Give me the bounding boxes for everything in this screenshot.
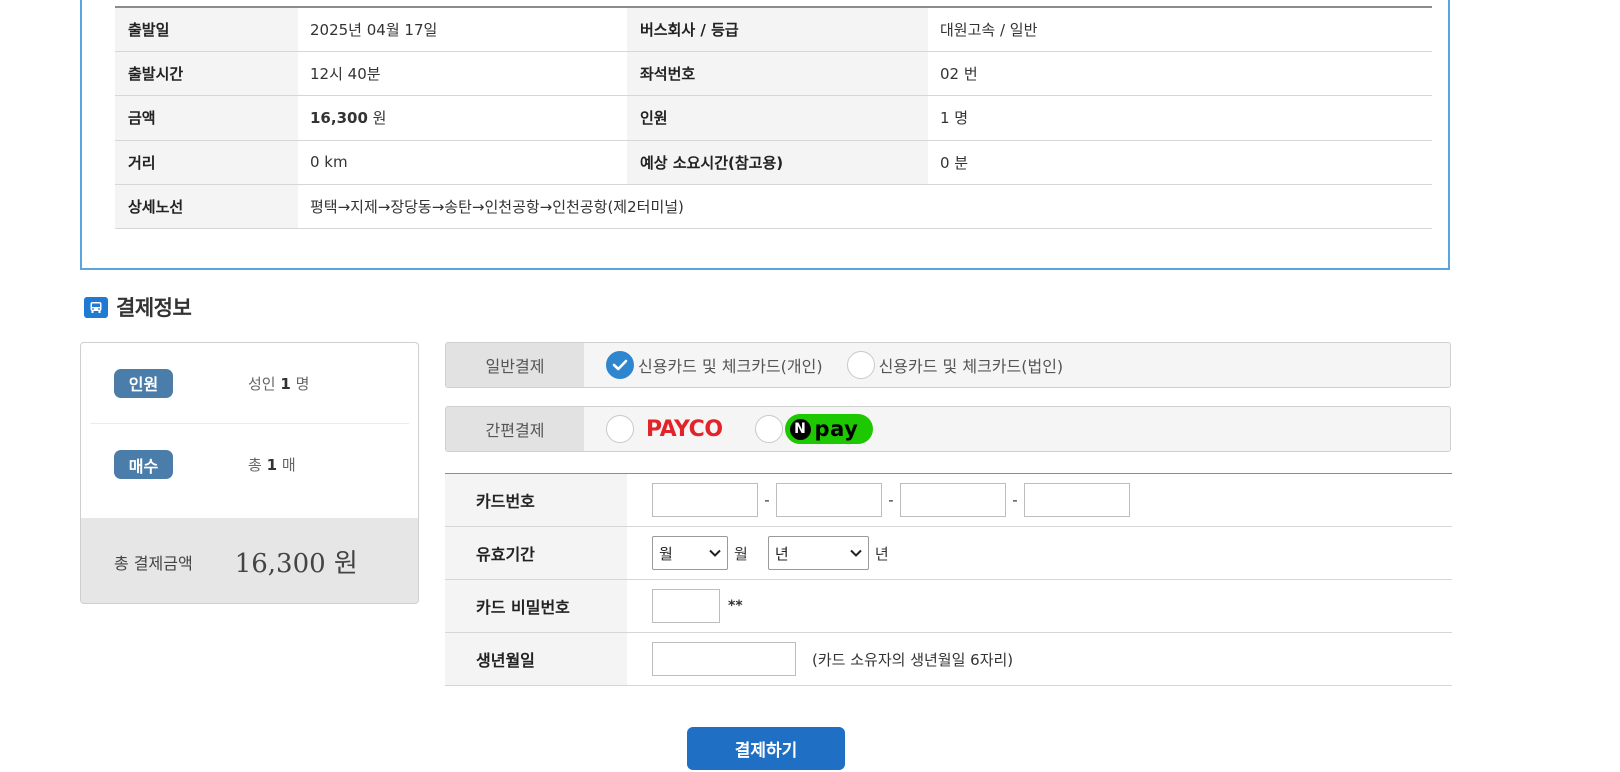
table-row: 출발시간 12시 40분 좌석번호 02 번	[115, 51, 1432, 97]
people-prefix: 성인	[248, 374, 276, 393]
summary-people-row: 인원 성인 1 명	[90, 343, 409, 424]
price-amount: 16,300	[310, 109, 368, 128]
duration-value: 0 분	[928, 140, 1432, 186]
password-row: 카드 비밀번호 **	[445, 579, 1452, 633]
route-label: 상세노선	[115, 184, 298, 230]
people-badge: 인원	[114, 368, 173, 398]
corporate-card-option[interactable]: 신용카드 및 체크카드(법인)	[846, 351, 1064, 379]
table-row: 거리 0 km 예상 소요시간(참고용) 0 분	[115, 140, 1432, 186]
card-number-row: 카드번호 - - -	[445, 473, 1452, 527]
payco-logo: PAYCO	[646, 416, 723, 442]
summary-total: 총 결제금액 16,300 원	[81, 518, 418, 603]
radio-icon[interactable]	[606, 415, 634, 443]
birth-row: 생년월일 (카드 소유자의 생년월일 6자리)	[445, 632, 1452, 686]
radio-icon[interactable]	[846, 351, 875, 379]
card-password-label: 카드 비밀번호	[445, 579, 627, 633]
tickets-prefix: 총	[248, 456, 262, 474]
card-number-separator: -	[1012, 491, 1018, 509]
tickets-badge: 매수	[114, 450, 173, 479]
expiry-month-unit: 월	[734, 544, 748, 563]
easy-payment-label: 간편결제	[446, 407, 584, 451]
expiry-month-value: 월	[659, 544, 673, 563]
total-amount: 16,300 원	[234, 549, 358, 579]
card-number-separator: -	[764, 491, 770, 509]
tickets-value: 총 1 매	[248, 454, 296, 475]
section-title-text: 결제정보	[116, 296, 192, 320]
people-value: 성인 1 명	[248, 373, 309, 394]
passenger-count-label: 인원	[627, 95, 928, 141]
npay-logo: N pay	[784, 414, 873, 444]
card-password-input[interactable]	[652, 589, 720, 623]
people-unit: 명	[295, 374, 310, 393]
departure-date-label: 출발일	[115, 7, 298, 52]
bus-icon	[84, 296, 108, 318]
expiry-year-value: 년	[774, 544, 789, 563]
chevron-down-icon	[850, 546, 862, 560]
expiry-year-select[interactable]: 년	[767, 536, 869, 570]
corporate-card-label: 신용카드 및 체크카드(법인)	[878, 357, 1064, 376]
table-row: 상세노선 평택→지제→장당동→송탄→인천공항→인천공항(제2터미널)	[115, 184, 1432, 230]
npay-text: pay	[814, 417, 859, 441]
pay-button[interactable]: 결제하기	[687, 727, 845, 770]
easy-payment-bar: 간편결제 PAYCO N pay	[445, 406, 1451, 452]
payco-option[interactable]: PAYCO	[606, 415, 723, 443]
passenger-count-value: 1 명	[928, 95, 1432, 141]
table-row: 출발일 2025년 04월 17일 버스회사 / 등급 대원고속 / 일반	[115, 7, 1432, 52]
price-unit: 원	[372, 109, 387, 128]
seat-number-value: 02 번	[928, 51, 1432, 97]
birth-label: 생년월일	[445, 632, 627, 686]
bus-company-value: 대원고속 / 일반	[928, 7, 1432, 52]
general-payment-bar: 일반결제 신용카드 및 체크카드(개인) 신용카드 및 체크카드(법인)	[445, 342, 1451, 388]
chevron-down-icon	[709, 546, 721, 560]
card-number-input-1[interactable]	[652, 483, 758, 517]
npay-n-icon: N	[789, 418, 811, 440]
expiry-row: 유효기간 월 월 년 년	[445, 526, 1452, 580]
bus-company-label: 버스회사 / 등급	[627, 7, 928, 52]
summary-tickets-row: 매수 총 1 매	[90, 424, 409, 505]
birth-note: (카드 소유자의 생년월일 6자리)	[812, 650, 1014, 669]
people-count: 1	[280, 374, 291, 393]
distance-label: 거리	[115, 140, 298, 186]
route-value: 평택→지제→장당동→송탄→인천공항→인천공항(제2터미널)	[298, 184, 1432, 230]
card-number-input-4[interactable]	[1024, 483, 1130, 517]
card-number-label: 카드번호	[445, 473, 627, 527]
personal-card-label: 신용카드 및 체크카드(개인)	[638, 357, 823, 376]
ticket-info-table: 출발일 2025년 04월 17일 버스회사 / 등급 대원고속 / 일반 출발…	[115, 6, 1432, 230]
departure-time-value: 12시 40분	[298, 51, 627, 97]
birth-date-input[interactable]	[652, 642, 796, 676]
password-mask-note: **	[728, 598, 743, 614]
seat-number-label: 좌석번호	[627, 51, 928, 97]
card-number-input-2[interactable]	[776, 483, 882, 517]
departure-time-label: 출발시간	[115, 51, 298, 97]
duration-label: 예상 소요시간(참고용)	[627, 140, 928, 186]
personal-card-option[interactable]: 신용카드 및 체크카드(개인)	[606, 351, 823, 379]
card-number-separator: -	[888, 491, 894, 509]
payment-summary: 인원 성인 1 명 매수 총 1 매 총 결제금액 16,300 원	[80, 342, 419, 604]
payment-section-title: 결제정보	[84, 292, 192, 322]
tickets-unit: 매	[281, 456, 296, 474]
card-number-input-3[interactable]	[900, 483, 1006, 517]
price-value: 16,300 원	[298, 95, 627, 141]
price-label: 금액	[115, 95, 298, 141]
table-row: 금액 16,300 원 인원 1 명	[115, 95, 1432, 141]
npay-option[interactable]: N pay	[754, 414, 873, 444]
distance-value: 0 km	[298, 140, 627, 186]
departure-date-value: 2025년 04월 17일	[298, 7, 627, 52]
expiry-month-select[interactable]: 월	[652, 536, 728, 570]
tickets-count: 1	[266, 456, 278, 474]
card-form: 카드번호 - - - 유효기간 월 월 년 년 카드 비밀번호 ** 생년월일 …	[445, 473, 1452, 686]
check-icon[interactable]	[606, 351, 634, 379]
general-payment-label: 일반결제	[446, 343, 584, 387]
total-label: 총 결제금액	[114, 553, 193, 573]
radio-icon[interactable]	[754, 415, 783, 443]
expiry-year-unit: 년	[874, 544, 889, 563]
expiry-label: 유효기간	[445, 526, 627, 580]
